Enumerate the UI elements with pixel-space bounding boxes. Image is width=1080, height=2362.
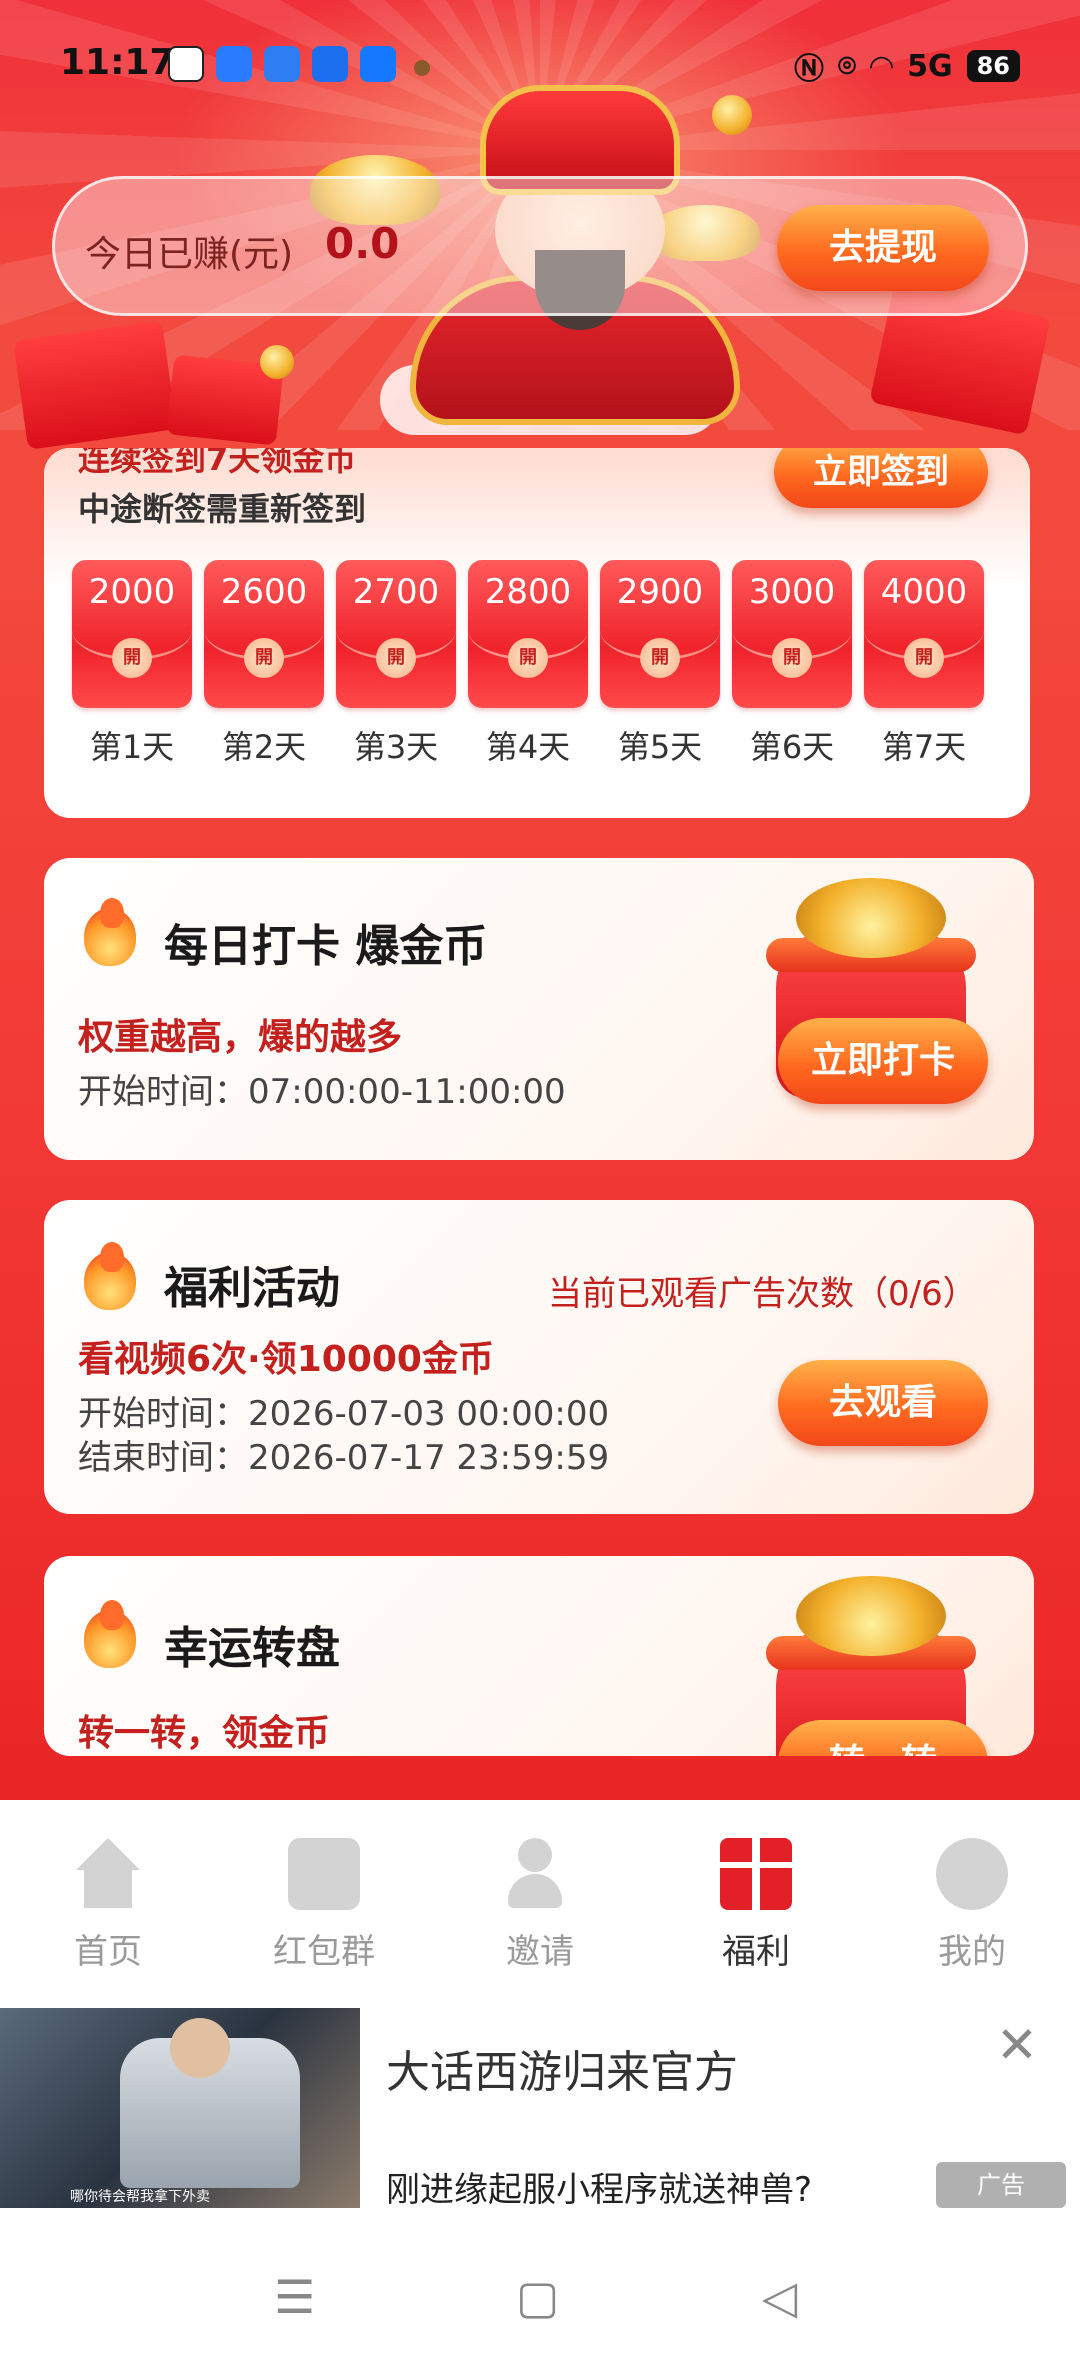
location-icon: ⌾	[838, 48, 857, 84]
gift-icon	[720, 1838, 792, 1910]
dot-notification-icon	[414, 60, 430, 76]
nav-item-invite[interactable]: 邀请	[432, 1800, 648, 2000]
battery-icon: 86	[966, 50, 1020, 82]
pinwheel-notification-icon	[264, 46, 300, 82]
sign-in-day[interactable]: 2700 開 第3天	[336, 560, 456, 768]
sign-in-day[interactable]: 2000 開 第1天	[72, 560, 192, 768]
ad-title[interactable]: 大话西游归来官方	[386, 2036, 738, 2100]
red-packet-icon: 2600 開	[204, 560, 324, 708]
nfc-icon: Ⓝ	[794, 52, 825, 87]
welfare-activity-card: 福利活动 当前已观看广告次数（0/6） 看视频6次·领10000金币 开始时间：…	[44, 1200, 1034, 1514]
day-label: 第1天	[89, 728, 175, 766]
lucky-wheel-highlight: 转一转，领金币	[78, 1713, 331, 1754]
earnings-bar: 今日已赚(元) 0.0 去提现	[52, 176, 1028, 316]
day-label: 第3天	[353, 728, 439, 766]
red-packet-icon: 2700 開	[336, 560, 456, 708]
daily-checkin-card: 每日打卡 爆金币 权重越高，爆的越多 开始时间：07:00:00-11:00:0…	[44, 858, 1034, 1160]
bottom-navigation: 首页 红包群 邀请 福利 我的	[0, 1800, 1080, 2000]
day-label: 第4天	[485, 728, 571, 766]
red-packet-icon: 4000 開	[864, 560, 984, 708]
status-time: 11:17	[60, 42, 175, 83]
day-label: 第5天	[617, 728, 703, 766]
red-packet-icon: 2000 開	[72, 560, 192, 708]
watch-ad-button[interactable]: 去观看	[778, 1360, 988, 1446]
system-navigation-bar: ☰ ▢ ◁	[0, 2220, 1080, 2362]
home-square-icon[interactable]: ▢	[516, 2270, 559, 2324]
fire-icon	[78, 1242, 140, 1312]
fire-icon	[78, 898, 140, 968]
spin-wheel-button[interactable]: 转一转	[778, 1720, 988, 1756]
checkin-button[interactable]: 立即打卡	[778, 1018, 988, 1104]
red-packet-icon: 2800 開	[468, 560, 588, 708]
welfare-title: 福利活动	[164, 1263, 340, 1314]
sign-in-subtitle: 中途断签需重新签到	[78, 490, 367, 528]
system-status-icons: Ⓝ ⌾ ◠ 5G 86	[794, 44, 1020, 88]
fire-icon	[78, 1600, 140, 1670]
ad-image-caption: 哪你待会帮我拿下外卖	[70, 2189, 210, 2205]
home-icon	[72, 1838, 144, 1910]
close-icon[interactable]: ✕	[996, 2020, 1038, 2070]
nav-label: 红包群	[273, 1932, 375, 1972]
checkin-time: 开始时间：07:00:00-11:00:00	[78, 1072, 566, 1112]
nav-item-red-packet-group[interactable]: 红包群	[216, 1800, 432, 2000]
welfare-end-time: 结束时间：2026-07-17 23:59:59	[78, 1438, 610, 1478]
sign-in-card: 连续签到7天领金币 中途断签需重新签到 立即签到 2000 開 第1天 2600 開…	[44, 448, 1030, 818]
ad-subtitle[interactable]: 刚进缘起服小程序就送神兽?	[386, 2162, 812, 2211]
alipay-notification-icon	[360, 46, 396, 82]
ad-banner[interactable]: 哪你待会帮我拿下外卖 大话西游归来官方 刚进缘起服小程序就送神兽? ✕ 广告	[0, 2000, 1080, 2220]
sign-in-day[interactable]: 2800 開 第4天	[468, 560, 588, 768]
checkin-title: 每日打卡 爆金币	[164, 921, 488, 972]
nav-item-welfare[interactable]: 福利	[648, 1800, 864, 2000]
day-label: 第7天	[881, 728, 967, 766]
welfare-highlight: 看视频6次·领10000金币	[78, 1339, 494, 1380]
sign-in-day[interactable]: 2900 開 第5天	[600, 560, 720, 768]
day-label: 第6天	[749, 728, 835, 766]
status-bar: 11:17 Ⓝ ⌾ ◠ 5G 86	[0, 0, 1080, 130]
sign-in-day[interactable]: 3000 開 第6天	[732, 560, 852, 768]
earnings-value: 0.0	[325, 219, 400, 268]
ad-tag[interactable]: 广告	[936, 2162, 1066, 2208]
nav-label: 福利	[722, 1932, 790, 1972]
profile-icon	[936, 1838, 1008, 1910]
welfare-start-time: 开始时间：2026-07-03 00:00:00	[78, 1394, 610, 1434]
nav-item-home[interactable]: 首页	[0, 1800, 216, 2000]
nav-label: 邀请	[506, 1932, 574, 1972]
earnings-label: 今日已赚(元)	[85, 234, 294, 275]
red-envelope-decoration	[13, 320, 177, 450]
ad-watch-count: 当前已观看广告次数（0/6）	[548, 1274, 977, 1314]
sign-in-day[interactable]: 4000 開 第7天	[864, 560, 984, 768]
nav-item-profile[interactable]: 我的	[864, 1800, 1080, 2000]
red-packet-icon: 2900 開	[600, 560, 720, 708]
coin-decoration	[260, 345, 294, 379]
signal-icon: 5G	[907, 48, 953, 84]
app-notification-icon	[216, 46, 252, 82]
ad-image[interactable]: 哪你待会帮我拿下外卖	[0, 2008, 360, 2208]
withdraw-button[interactable]: 去提现	[777, 205, 989, 291]
red-packet-icon: 3000 開	[732, 560, 852, 708]
sign-in-title: 连续签到7天领金币	[78, 448, 357, 478]
nav-label: 我的	[938, 1932, 1006, 1972]
invite-user-icon	[504, 1838, 576, 1910]
menu-icon[interactable]: ☰	[274, 2270, 315, 2324]
lucky-wheel-title: 幸运转盘	[164, 1623, 340, 1674]
red-packet-group-icon	[288, 1838, 360, 1910]
sign-in-days: 2000 開 第1天 2600 開 第2天 2700 開 第3天 2800 開 第4天 …	[72, 560, 984, 768]
sign-in-day[interactable]: 2600 開 第2天	[204, 560, 324, 768]
sign-in-button[interactable]: 立即签到	[774, 448, 988, 508]
checkin-highlight: 权重越高，爆的越多	[78, 1017, 403, 1058]
day-label: 第2天	[221, 728, 307, 766]
wifi-icon: ◠	[870, 48, 894, 84]
back-icon[interactable]: ◁	[762, 2270, 797, 2324]
qq-notification-icon	[168, 46, 204, 82]
app-notification-icon	[312, 46, 348, 82]
lucky-wheel-card: 幸运转盘 转一转，领金币 转一转	[44, 1556, 1034, 1756]
nav-label: 首页	[74, 1932, 142, 1972]
